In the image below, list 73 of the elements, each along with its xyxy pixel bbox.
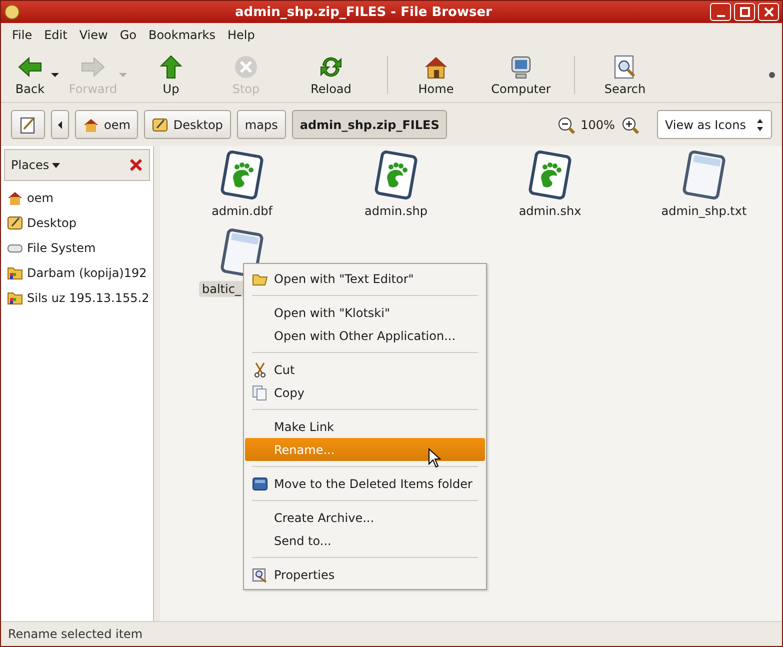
desktop-icon	[152, 116, 168, 132]
copy-icon	[252, 384, 268, 400]
app-icon	[4, 4, 20, 20]
toolbar-button[interactable]: Home	[396, 54, 476, 96]
stop-icon	[233, 54, 259, 80]
menu-item[interactable]: File	[6, 28, 38, 42]
zoom-in-icon[interactable]	[620, 116, 639, 134]
toolbar-button[interactable]: Computer	[476, 54, 566, 96]
file-name[interactable]: admin.dbf	[208, 203, 276, 219]
house-icon	[7, 190, 23, 206]
context-menu-item[interactable]: Copy	[245, 381, 485, 404]
dropdown-caret-icon	[52, 162, 60, 168]
file-name[interactable]: baltic_	[199, 281, 244, 297]
maximize-button[interactable]	[734, 3, 755, 21]
minimize-button[interactable]	[710, 3, 731, 21]
toolbar-button[interactable]: Search	[583, 54, 667, 96]
properties-icon	[252, 566, 268, 582]
context-menu-item[interactable]: Properties	[245, 563, 485, 586]
up-arrow-icon	[158, 54, 184, 80]
context-menu-item[interactable]: Open with "Klotski"	[245, 301, 485, 324]
file-name[interactable]: admin_shp.txt	[658, 203, 750, 219]
toolbar-button[interactable]: Up	[133, 54, 209, 96]
menu-item[interactable]: Help	[222, 28, 261, 42]
places-dropdown[interactable]: Places	[11, 158, 60, 172]
minimize-icon	[716, 15, 724, 17]
dropdown-caret-icon[interactable]	[51, 72, 59, 76]
sidebar-item[interactable]: Desktop	[1, 210, 153, 235]
view-select[interactable]: View as Icons	[656, 110, 772, 139]
context-menu-item[interactable]: Create Archive...	[245, 506, 485, 529]
status-text: Rename selected item	[1, 621, 782, 646]
zoom-out-icon[interactable]	[556, 116, 575, 134]
scroll-left-button[interactable]	[51, 110, 69, 139]
path-button[interactable]: oem	[75, 110, 138, 139]
scissors-icon	[252, 362, 268, 378]
context-menu-item[interactable]: Send to...	[245, 529, 485, 552]
context-menu-item[interactable]: Cut	[245, 358, 485, 381]
spin-arrows-icon	[756, 118, 764, 132]
maximize-icon	[740, 7, 750, 17]
close-icon[interactable]	[129, 158, 143, 172]
mouse-pointer-icon	[428, 448, 442, 468]
sidebar-item[interactable]: Sils uz 195.13.155.2	[1, 285, 153, 310]
sidebar-item[interactable]: oem	[1, 185, 153, 210]
trash-icon	[252, 476, 268, 492]
network-folder-icon	[7, 290, 23, 306]
menu-item[interactable]: Bookmarks	[142, 28, 222, 42]
path-button[interactable]: admin_shp.zip_FILES	[292, 110, 448, 139]
menu-item[interactable]: View	[73, 28, 114, 42]
desktop-icon	[7, 214, 23, 230]
menu-item[interactable]: Edit	[38, 28, 74, 42]
zoom-level: 100%	[580, 118, 615, 132]
search-icon	[612, 54, 638, 80]
path-button[interactable]: Desktop	[144, 110, 231, 139]
sidebar-item[interactable]: Darbam (kopija)192	[1, 260, 153, 285]
network-folder-icon	[7, 264, 23, 280]
edit-location-button[interactable]	[11, 110, 45, 139]
context-menu-item[interactable]: Open with "Text Editor"	[245, 267, 485, 290]
context-menu-item[interactable]: Move to the Deleted Items folder	[245, 472, 485, 495]
notepad-icon	[19, 116, 37, 134]
file-name[interactable]: admin.shx	[516, 203, 584, 219]
path-button[interactable]: maps	[236, 110, 286, 139]
toolbar-button[interactable]: Back	[7, 54, 53, 96]
window-title: admin_shp.zip_FILES - File Browser	[234, 4, 493, 20]
sidebar-item[interactable]: File System	[1, 235, 153, 260]
file-name[interactable]: admin.shp	[362, 203, 430, 219]
context-menu-item[interactable]: Make Link	[245, 415, 485, 438]
house-icon	[83, 116, 99, 132]
close-button[interactable]	[758, 3, 779, 21]
close-icon	[764, 7, 774, 17]
context-menu-item[interactable]: Open with Other Application...	[245, 324, 485, 347]
toolbar-button[interactable]: Reload	[283, 54, 379, 96]
throbber-icon	[768, 70, 776, 78]
left-arrow-icon	[57, 120, 63, 130]
menu-item[interactable]: Go	[114, 28, 142, 42]
